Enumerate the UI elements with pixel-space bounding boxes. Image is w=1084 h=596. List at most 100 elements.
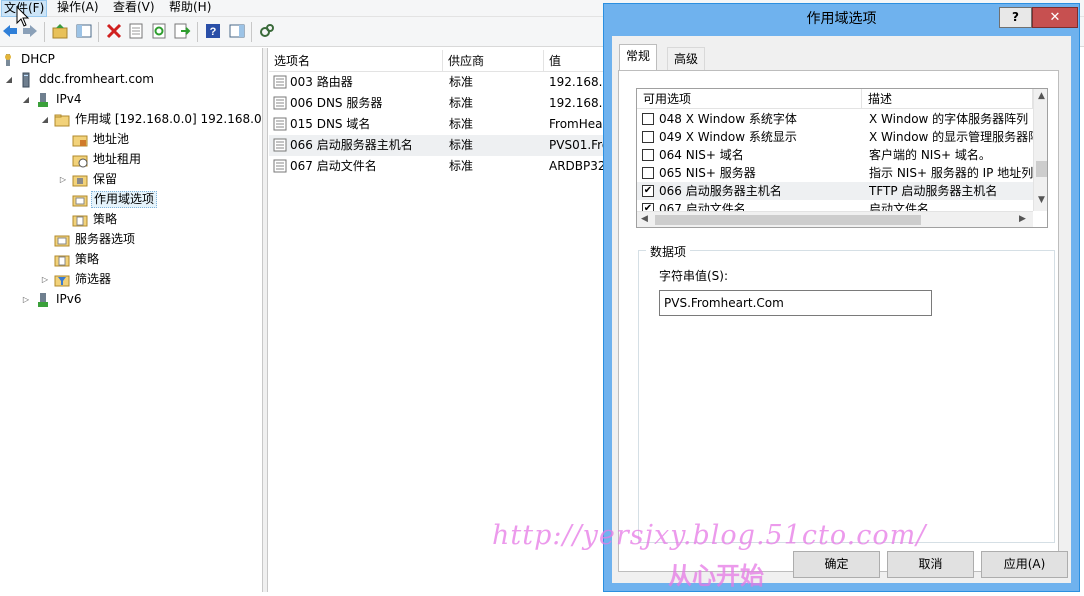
scroll-left-icon[interactable]: ◀ (641, 214, 648, 224)
cancel-button[interactable]: 取消 (887, 551, 974, 578)
help-button[interactable]: ? (999, 7, 1032, 28)
available-options-list: 可用选项 描述 048 X Window 系统字体 X Window 的字体服务… (636, 88, 1048, 228)
option-name: 049 X Window 系统显示 (659, 130, 797, 144)
option-checkbox[interactable] (642, 167, 654, 179)
option-row[interactable]: ✔ 066 启动服务器主机名 TFTP 启动服务器主机名 (637, 182, 1033, 200)
tree-item-server-options[interactable]: 服务器选项 (54, 230, 137, 249)
scroll-right-icon[interactable]: ▶ (1019, 214, 1026, 224)
option-value: PVS01.Fro (549, 138, 609, 152)
scroll-up-icon[interactable]: ▲ (1038, 91, 1045, 101)
refresh-icon[interactable] (149, 21, 169, 41)
list-item[interactable]: 067 启动文件名 标准 ARDBP32 (269, 156, 609, 177)
mouse-cursor-icon (16, 6, 30, 27)
option-checkbox[interactable]: ✔ (642, 185, 654, 197)
dhcp-tools-icon[interactable] (257, 21, 277, 41)
column-header-available[interactable]: 可用选项 (637, 89, 862, 109)
tree-item-ipv6[interactable]: ▷ IPv6 (21, 290, 84, 309)
tree-item-scope[interactable]: ◢ 作用域 [192.168.0.0] 192.168.0 (40, 110, 264, 129)
expand-arrow-icon[interactable]: ▷ (21, 290, 31, 309)
show-hide-tree-icon[interactable] (74, 21, 94, 41)
data-entry-label: 数据项 (646, 243, 691, 260)
tree-item-scope-policies[interactable]: 策略 (72, 210, 119, 229)
console-tree: DHCP ◢ ddc.fromheart.com ◢ IPv4 ◢ 作用域 [1… (0, 48, 263, 592)
tree-item-scope-options[interactable]: 作用域选项 (72, 190, 158, 209)
scope-options-dialog: 作用域选项 ? ✕ 常规 高级 可用选项 描述 048 X Window 系统字… (603, 3, 1080, 592)
ok-button[interactable]: 确定 (793, 551, 880, 578)
string-value-label: 字符串值(S): (659, 269, 729, 283)
list-item[interactable]: 006 DNS 服务器 标准 192.168.0 (269, 93, 609, 114)
apply-button[interactable]: 应用(A) (981, 551, 1068, 578)
option-value: 192.168.0 (549, 96, 609, 110)
option-name: 066 启动服务器主机名 (659, 184, 782, 198)
option-name: 065 NIS+ 服务器 (659, 166, 756, 180)
column-header-option-name[interactable]: 选项名 (269, 50, 443, 72)
ipv6-icon (35, 292, 51, 308)
tree-item-policies[interactable]: 策略 (54, 250, 101, 269)
option-row[interactable]: 048 X Window 系统字体 X Window 的字体服务器阵列 (637, 110, 1033, 128)
properties-icon[interactable] (126, 21, 146, 41)
tab-advanced[interactable]: 高级 (667, 47, 706, 71)
tree-item-server[interactable]: ◢ ddc.fromheart.com (4, 70, 156, 89)
tree-item-dhcp[interactable]: DHCP (0, 50, 57, 69)
option-checkbox[interactable] (642, 131, 654, 143)
options-list-header: 可用选项 描述 (637, 89, 1033, 109)
menu-action[interactable]: 操作(A) (55, 0, 101, 17)
expand-arrow-icon[interactable]: ▷ (40, 270, 50, 289)
folder-icon (54, 112, 70, 128)
delete-icon[interactable] (104, 21, 124, 41)
tree-item-address-leases[interactable]: 地址租用 (72, 150, 143, 169)
string-value-field[interactable]: PVS.Fromheart.Com (659, 290, 932, 316)
tree-item-ipv4[interactable]: ◢ IPv4 (21, 90, 84, 109)
help-icon[interactable]: ? (203, 21, 223, 41)
options-vertical-scrollbar[interactable]: ▲ ▼ (1033, 89, 1047, 211)
close-button[interactable]: ✕ (1032, 7, 1078, 28)
dhcp-root-icon (0, 52, 16, 68)
option-description: 客户端的 NIS+ 域名。 (869, 148, 991, 162)
list-item[interactable]: 015 DNS 域名 标准 FromHea (269, 114, 609, 135)
option-vendor: 标准 (449, 138, 474, 152)
options-horizontal-scrollbar[interactable]: ◀ ▶ (637, 211, 1033, 227)
scrollbar-thumb[interactable] (655, 215, 921, 225)
scroll-down-icon[interactable]: ▼ (1038, 195, 1045, 205)
pane-splitter[interactable] (263, 48, 268, 592)
list-item[interactable]: 003 路由器 标准 192.168.0 (269, 72, 609, 93)
collapse-arrow-icon[interactable]: ◢ (40, 110, 50, 129)
option-checkbox[interactable] (642, 113, 654, 125)
column-header-description[interactable]: 描述 (862, 89, 1033, 109)
option-row[interactable]: 064 NIS+ 域名 客户端的 NIS+ 域名。 (637, 146, 1033, 164)
reservations-icon (72, 172, 88, 188)
collapse-arrow-icon[interactable]: ◢ (21, 90, 31, 109)
action-pane-icon[interactable] (227, 21, 247, 41)
ipv4-icon (35, 92, 51, 108)
dialog-body: 常规 高级 可用选项 描述 048 X Window 系统字体 X Window… (612, 36, 1071, 583)
filter-icon (54, 272, 70, 288)
option-checkbox[interactable] (642, 149, 654, 161)
tree-item-filters[interactable]: ▷ 筛选器 (40, 270, 113, 289)
tab-panel-general: 可用选项 描述 048 X Window 系统字体 X Window 的字体服务… (618, 70, 1059, 572)
tree-item-reservations[interactable]: ▷ 保留 (58, 170, 119, 189)
export-list-icon[interactable] (172, 21, 192, 41)
column-header-vendor[interactable]: 供应商 (443, 50, 544, 72)
tab-general[interactable]: 常规 (619, 44, 658, 70)
server-icon (18, 72, 34, 88)
option-row[interactable]: 065 NIS+ 服务器 指示 NIS+ 服务器的 IP 地址列 (637, 164, 1033, 182)
menu-help[interactable]: 帮助(H) (167, 0, 213, 17)
menu-view[interactable]: 查看(V) (111, 0, 157, 17)
scrollbar-thumb[interactable] (1036, 161, 1047, 177)
svg-text:?: ? (210, 26, 217, 38)
option-name: 048 X Window 系统字体 (659, 112, 797, 126)
address-leases-icon (72, 152, 88, 168)
address-pool-icon (72, 132, 88, 148)
option-value: 192.168.0 (549, 75, 609, 89)
collapse-arrow-icon[interactable]: ◢ (4, 70, 14, 89)
up-folder-icon[interactable] (50, 21, 70, 41)
option-name: 067 启动文件名 (290, 159, 377, 173)
tree-item-address-pool[interactable]: 地址池 (72, 130, 131, 149)
option-row[interactable]: 049 X Window 系统显示 X Window 的显示管理服务器阵 (637, 128, 1033, 146)
watermark-text: 从心开始 (668, 562, 764, 590)
list-item[interactable]: 066 启动服务器主机名 标准 PVS01.Fro (269, 135, 609, 156)
option-description: X Window 的字体服务器阵列 (869, 112, 1029, 126)
option-vendor: 标准 (449, 75, 474, 89)
policy-icon (72, 212, 88, 228)
expand-arrow-icon[interactable]: ▷ (58, 170, 68, 189)
